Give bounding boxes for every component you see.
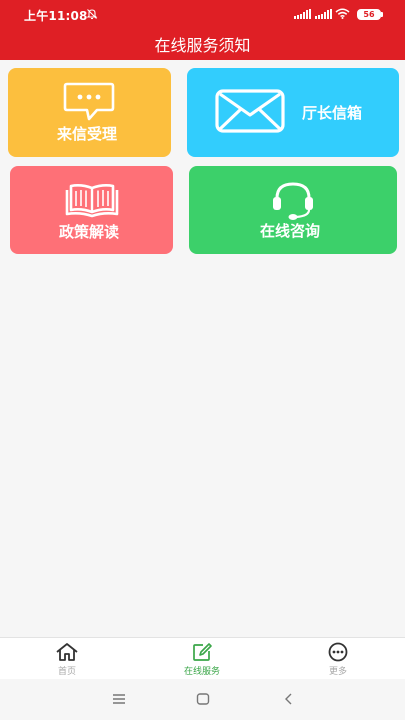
status-time: 上午11:08 xyxy=(24,9,88,23)
system-nav-bar xyxy=(0,680,405,720)
home-square-icon[interactable] xyxy=(196,692,210,706)
tab-label: 在线服务 xyxy=(183,667,220,677)
app-header: 上午11:08 56 在线服务须知 xyxy=(0,0,405,60)
tab-label: 首页 xyxy=(57,667,76,677)
tile-label: 厅长信箱 xyxy=(302,104,363,122)
bell-off-icon xyxy=(86,9,98,20)
tile-policy-interpretation[interactable]: 政策解读 xyxy=(10,166,173,254)
headset-icon xyxy=(273,182,313,220)
cell-signal-icon xyxy=(294,9,311,19)
title-bar: 在线服务须知 xyxy=(0,28,405,60)
envelope-icon xyxy=(215,89,285,133)
tile-director-mailbox[interactable]: 厅长信箱 xyxy=(187,68,399,157)
back-icon[interactable] xyxy=(282,692,296,706)
bottom-tab-bar: 首页 在线服务 更多 xyxy=(0,637,405,679)
battery-icon: 56 xyxy=(357,9,381,20)
home-icon xyxy=(56,643,78,661)
page-title: 在线服务须知 xyxy=(154,36,251,55)
tab-label: 更多 xyxy=(328,667,347,677)
tab-home[interactable]: 首页 xyxy=(27,642,107,678)
tab-more[interactable]: 更多 xyxy=(298,642,378,678)
edit-icon xyxy=(193,643,212,661)
chat-bubble-icon xyxy=(63,82,115,121)
tile-label: 政策解读 xyxy=(59,223,120,241)
status-bar: 上午11:08 56 xyxy=(0,0,405,28)
tile-letter-acceptance[interactable]: 来信受理 xyxy=(8,68,171,157)
open-book-icon xyxy=(65,184,119,218)
tile-label: 在线咨询 xyxy=(260,222,321,240)
tab-online-service[interactable]: 在线服务 xyxy=(162,642,242,678)
tile-label: 来信受理 xyxy=(57,125,118,143)
more-dots-icon xyxy=(328,642,348,662)
menu-icon[interactable] xyxy=(112,692,126,706)
cell-signal-icon xyxy=(315,9,332,19)
battery-tip xyxy=(381,12,383,17)
tile-online-consultation[interactable]: 在线咨询 xyxy=(189,166,397,254)
wifi-icon xyxy=(335,8,350,19)
